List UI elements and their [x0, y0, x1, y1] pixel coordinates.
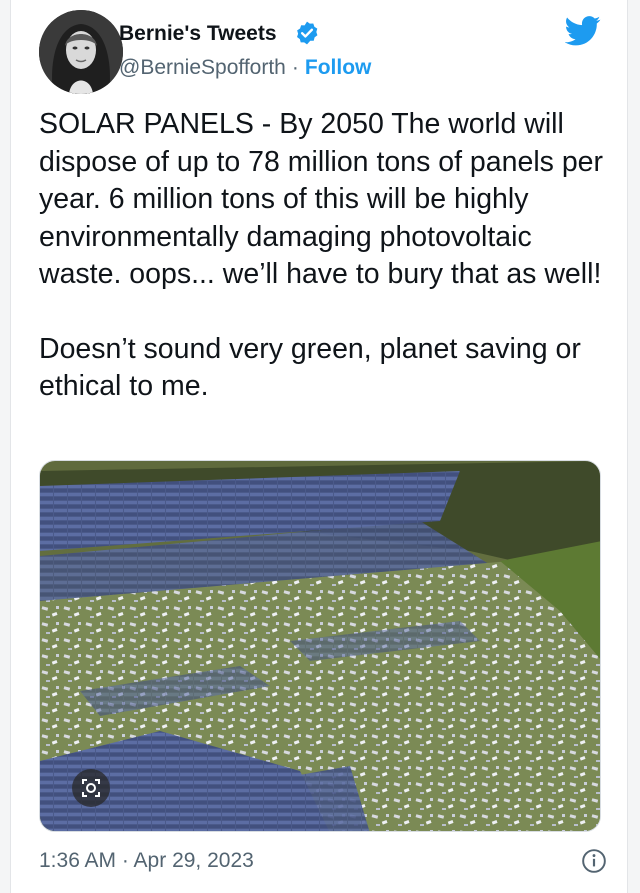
- verified-badge-icon: [297, 21, 318, 45]
- lens-search-icon[interactable]: [72, 769, 110, 807]
- author-handle-row: @BernieSpofforth · Follow: [119, 56, 371, 80]
- info-icon[interactable]: [581, 848, 607, 874]
- tweet-text: SOLAR PANELS - By 2050 The world will di…: [39, 106, 609, 406]
- solar-farm-photo: [40, 461, 600, 831]
- separator: ·: [291, 56, 299, 79]
- tweet-timestamp[interactable]: 1:36 AM · Apr 29, 2023: [39, 849, 254, 873]
- author-name[interactable]: Bernie's Tweets: [119, 22, 277, 46]
- tweet-media-photo[interactable]: [39, 460, 601, 832]
- tweet-card: Bernie's Tweets @BernieSpofforth · Follow …: [10, 0, 628, 893]
- twitter-bird-icon[interactable]: [565, 16, 601, 46]
- avatar[interactable]: [39, 10, 123, 94]
- tweet-paragraph-2: Doesn’t sound very green, planet saving …: [39, 332, 581, 403]
- author-handle[interactable]: @BernieSpofforth: [119, 56, 286, 79]
- tweet-paragraph-1: SOLAR PANELS - By 2050 The world will di…: [39, 108, 604, 290]
- follow-button[interactable]: Follow: [305, 56, 372, 79]
